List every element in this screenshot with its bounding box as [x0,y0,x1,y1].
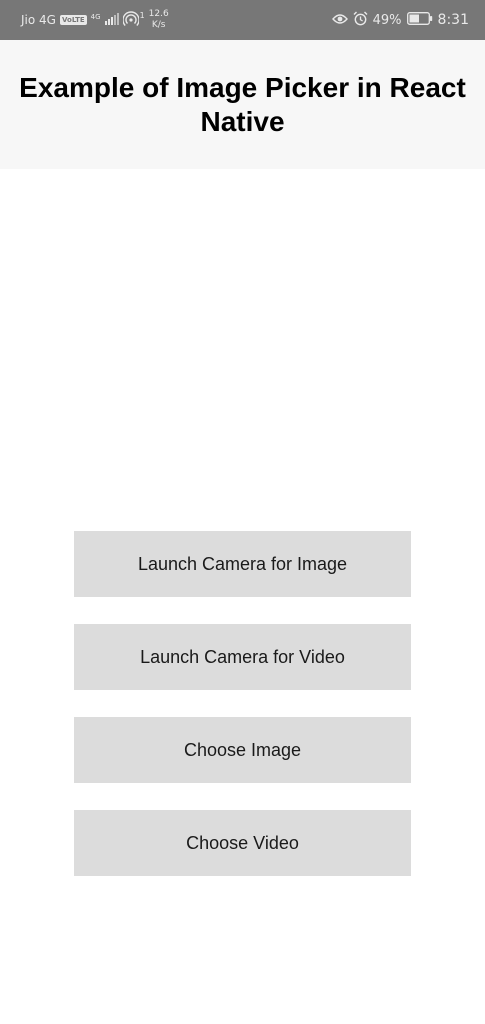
status-bar-right: 49% 8:31 [331,0,469,40]
choose-image-button[interactable]: Choose Image [74,717,411,783]
hotspot-icon [121,10,140,30]
launch-camera-image-button[interactable]: Launch Camera for Image [74,531,411,597]
page-title: Example of Image Picker in React Native [19,71,466,137]
status-bar-left: Jio 4G VoLTE 4G 1 12.6 K/s [21,0,169,40]
volte-badge: VoLTE [59,15,87,25]
clock-time: 8:31 [437,12,469,28]
notification-count: 1 [139,10,145,20]
alarm-icon [353,11,368,29]
status-bar: Jio 4G VoLTE 4G 1 12.6 K/s 49% 8:31 [0,0,485,40]
signal-icon [104,12,119,28]
speed-unit: K/s [151,20,166,30]
launch-camera-video-button[interactable]: Launch Camera for Video [74,624,411,690]
carrier-label: Jio 4G [21,13,56,27]
network-type-label: 4G [90,13,101,21]
network-speed: 12.6 K/s [149,9,169,31]
choose-video-button[interactable]: Choose Video [74,810,411,876]
battery-icon [406,12,433,28]
battery-percent: 49% [372,12,402,28]
app-header: Example of Image Picker in React Native [0,40,485,169]
speed-value: 12.6 [148,9,169,19]
eye-icon [331,13,348,28]
